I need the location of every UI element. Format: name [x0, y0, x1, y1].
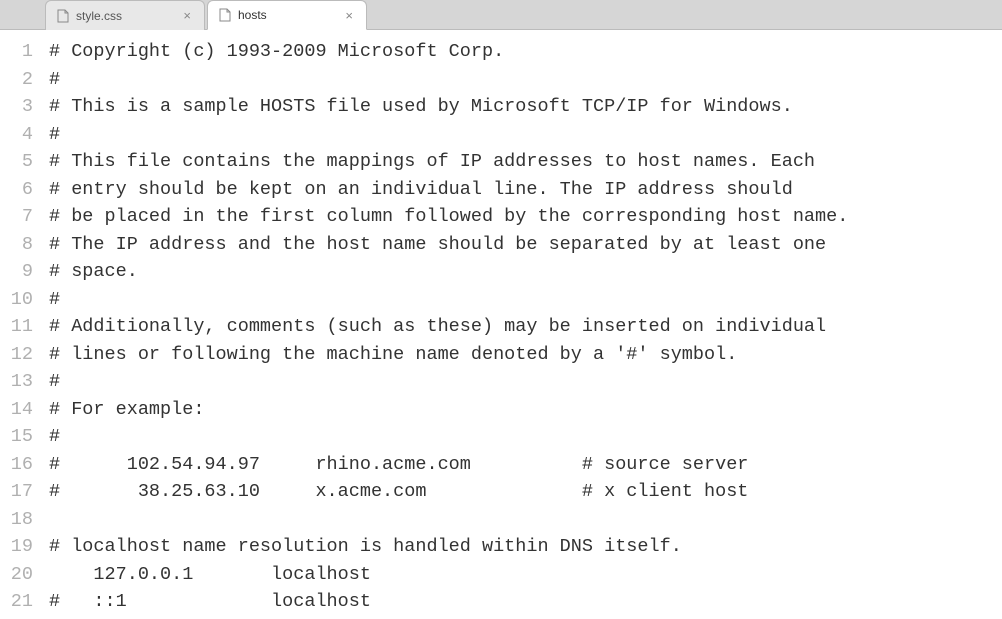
code-line: # This file contains the mappings of IP … [49, 148, 1002, 176]
line-number: 10 [0, 286, 33, 314]
code-line: # The IP address and the host name shoul… [49, 231, 1002, 259]
tab-label: style.css [76, 9, 172, 23]
tab-label: hosts [238, 8, 334, 22]
line-number: 16 [0, 451, 33, 479]
code-line: # [49, 121, 1002, 149]
line-number: 11 [0, 313, 33, 341]
line-number: 17 [0, 478, 33, 506]
tab-bar: style.css × hosts × [0, 0, 1002, 30]
code-line: # localhost name resolution is handled w… [49, 533, 1002, 561]
line-number: 3 [0, 93, 33, 121]
line-number: 8 [0, 231, 33, 259]
code-line: # 38.25.63.10 x.acme.com # x client host [49, 478, 1002, 506]
line-number: 15 [0, 423, 33, 451]
code-line: 127.0.0.1 localhost [49, 561, 1002, 589]
tab-hosts[interactable]: hosts × [207, 0, 367, 30]
line-number: 18 [0, 506, 33, 534]
code-line: # Copyright (c) 1993-2009 Microsoft Corp… [49, 38, 1002, 66]
line-number: 2 [0, 66, 33, 94]
code-line: # [49, 423, 1002, 451]
line-number: 20 [0, 561, 33, 589]
code-area[interactable]: # Copyright (c) 1993-2009 Microsoft Corp… [45, 30, 1002, 619]
tab-style-css[interactable]: style.css × [45, 0, 205, 30]
line-number: 13 [0, 368, 33, 396]
code-line: # For example: [49, 396, 1002, 424]
editor: 123456789101112131415161718192021 # Copy… [0, 30, 1002, 619]
code-line: # Additionally, comments (such as these)… [49, 313, 1002, 341]
code-line: # This is a sample HOSTS file used by Mi… [49, 93, 1002, 121]
code-line: # be placed in the first column followed… [49, 203, 1002, 231]
code-line: # [49, 66, 1002, 94]
line-number: 14 [0, 396, 33, 424]
code-line: # 102.54.94.97 rhino.acme.com # source s… [49, 451, 1002, 479]
code-line [49, 506, 1002, 534]
line-number: 4 [0, 121, 33, 149]
line-number: 9 [0, 258, 33, 286]
line-number: 5 [0, 148, 33, 176]
file-icon [56, 9, 70, 23]
line-number-gutter: 123456789101112131415161718192021 [0, 30, 45, 619]
code-line: # entry should be kept on an individual … [49, 176, 1002, 204]
line-number: 6 [0, 176, 33, 204]
line-number: 7 [0, 203, 33, 231]
line-number: 1 [0, 38, 33, 66]
close-icon[interactable]: × [342, 8, 356, 23]
line-number: 12 [0, 341, 33, 369]
code-line: # [49, 368, 1002, 396]
code-line: # [49, 286, 1002, 314]
line-number: 21 [0, 588, 33, 616]
code-line: # ::1 localhost [49, 588, 1002, 616]
code-line: # lines or following the machine name de… [49, 341, 1002, 369]
file-icon [218, 8, 232, 22]
close-icon[interactable]: × [180, 8, 194, 23]
code-line: # space. [49, 258, 1002, 286]
line-number: 19 [0, 533, 33, 561]
